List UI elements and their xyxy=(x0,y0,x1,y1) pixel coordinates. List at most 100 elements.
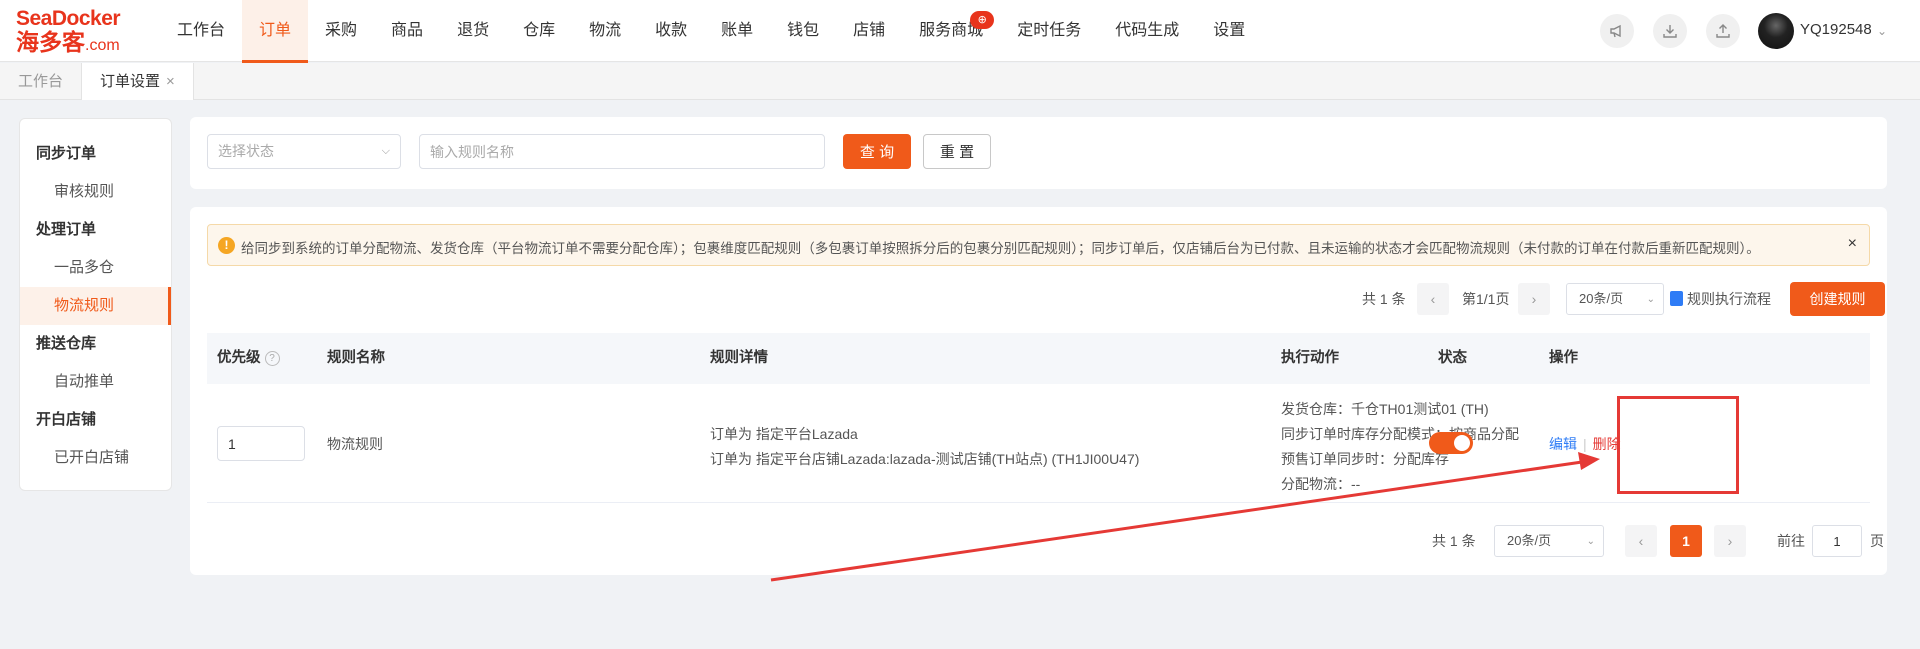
rule-flow-link[interactable]: 规则执行流程 xyxy=(1670,283,1771,315)
close-icon[interactable]: × xyxy=(1848,235,1857,253)
tab-order-settings[interactable]: 订单设置 × xyxy=(82,63,194,100)
search-panel: 选择状态 ⌵ 查 询 重 置 xyxy=(190,117,1887,189)
tab-workbench[interactable]: 工作台 xyxy=(0,63,83,100)
col-priority: 优先级? xyxy=(217,333,280,384)
nav-item-purchase[interactable]: 采购 xyxy=(308,0,374,62)
sidebar-group-whitelist-shops: 开白店铺 xyxy=(36,411,97,428)
logo-text: SeaDocker xyxy=(16,7,121,30)
nav-item-returns[interactable]: 退货 xyxy=(440,0,506,62)
close-icon[interactable]: × xyxy=(166,73,175,90)
tab-workbench-label: 工作台 xyxy=(18,73,64,90)
nav-item-orders[interactable]: 订单 xyxy=(242,0,309,63)
status-select[interactable]: 选择状态 ⌵ xyxy=(207,134,401,169)
nav-item-logistics[interactable]: 物流 xyxy=(572,0,638,62)
create-rule-button[interactable]: 创建规则 xyxy=(1790,282,1885,316)
username[interactable]: YQ192548 xyxy=(1800,21,1872,38)
status-toggle[interactable] xyxy=(1429,432,1473,454)
main-nav: 工作台 订单 采购 商品 退货 仓库 物流 收款 账单 钱包 店铺 服务商城 ⊕… xyxy=(160,0,1262,63)
col-action: 执行动作 xyxy=(1281,350,1339,366)
nav-item-settings[interactable]: 设置 xyxy=(1196,0,1262,62)
col-status: 状态 xyxy=(1438,350,1467,366)
sidebar-item-review-rules[interactable]: 审核规则 xyxy=(20,173,171,211)
seadocker-logo[interactable]: SeaDocker 海多客.com xyxy=(16,8,136,56)
pager-bottom-size-select[interactable]: 20条/页 ⌄ xyxy=(1494,525,1604,557)
pager-top-size-select[interactable]: 20条/页 ⌄ xyxy=(1566,283,1664,315)
pager-bottom-size-value: 20条/页 xyxy=(1507,533,1552,548)
avatar[interactable] xyxy=(1758,13,1794,49)
pager-top-size-value: 20条/页 xyxy=(1579,291,1624,306)
tab-order-settings-label: 订单设置 xyxy=(100,73,161,90)
sidebar-menu: 同步订单 审核规则 处理订单 一品多仓 物流规则 推送仓库 自动推单 开白店铺 … xyxy=(19,118,172,491)
upload-button[interactable] xyxy=(1706,14,1740,48)
upload-icon xyxy=(1716,24,1730,38)
query-button[interactable]: 查 询 xyxy=(843,134,911,169)
col-rule-name: 规则名称 xyxy=(327,350,385,366)
operations-cell: 编辑 | 删除 xyxy=(1549,434,1621,454)
rule-name-input[interactable] xyxy=(419,134,825,169)
sidebar-item-auto-push[interactable]: 自动推单 xyxy=(20,363,171,401)
pager-bottom-next-button[interactable]: › xyxy=(1714,525,1746,557)
pager-bottom-total: 共 1 条 xyxy=(1432,533,1476,549)
nav-item-workbench[interactable]: 工作台 xyxy=(160,0,242,62)
col-priority-label: 优先级 xyxy=(217,350,261,366)
action-line-4: 分配物流：-- xyxy=(1281,476,1361,492)
nav-item-warehouse[interactable]: 仓库 xyxy=(506,0,572,62)
nav-item-wallet[interactable]: 钱包 xyxy=(770,0,836,62)
document-icon xyxy=(1670,291,1683,306)
chevron-left-icon: ‹ xyxy=(1430,291,1436,307)
top-navbar: SeaDocker 海多客.com 工作台 订单 采购 商品 退货 仓库 物流 … xyxy=(0,0,1920,63)
reset-button[interactable]: 重 置 xyxy=(923,134,991,169)
goto-page-input[interactable] xyxy=(1812,525,1862,557)
chevron-down-icon: ⌄ xyxy=(1646,294,1655,305)
nav-item-shops[interactable]: 店铺 xyxy=(836,0,902,62)
sidebar-item-logistics-rules[interactable]: 物流规则 xyxy=(20,287,171,325)
rule-detail-line-1: 订单为 指定平台Lazada xyxy=(710,426,858,442)
nav-item-payments[interactable]: 收款 xyxy=(638,0,704,62)
rules-panel: ! 给同步到系统的订单分配物流、发货仓库（平台物流订单不需要分配仓库）；包裹维度… xyxy=(190,207,1887,575)
pager-bottom-prev-button[interactable]: ‹ xyxy=(1625,525,1657,557)
chevron-left-icon: ‹ xyxy=(1638,533,1644,549)
chevron-right-icon: › xyxy=(1727,533,1733,549)
alert-text: 给同步到系统的订单分配物流、发货仓库（平台物流订单不需要分配仓库）；包裹维度匹配… xyxy=(241,241,1760,256)
rule-detail-line-2: 订单为 指定平台店铺Lazada:lazada-测试店铺(TH站点) (TH1J… xyxy=(710,451,1140,467)
pager-bottom-page-1[interactable]: 1 xyxy=(1670,525,1702,557)
pager-top-next-button[interactable]: › xyxy=(1518,283,1550,315)
edit-link[interactable]: 编辑 xyxy=(1549,436,1577,452)
table-header: 优先级? 规则名称 规则详情 执行动作 状态 操作 xyxy=(207,333,1870,384)
rule-flow-link-label: 规则执行流程 xyxy=(1687,291,1771,307)
col-operations: 操作 xyxy=(1549,350,1578,366)
pager-top-prev-button[interactable]: ‹ xyxy=(1417,283,1449,315)
logo-suffix: .com xyxy=(85,37,120,54)
sidebar-item-multi-warehouse[interactable]: 一品多仓 xyxy=(20,249,171,287)
announcement-button[interactable] xyxy=(1600,14,1634,48)
chevron-down-icon: ⌵ xyxy=(381,145,390,157)
download-button[interactable] xyxy=(1653,14,1687,48)
sidebar-group-process-orders: 处理订单 xyxy=(36,221,97,238)
pager-top-page: 第1/1页 xyxy=(1462,291,1510,307)
divider: | xyxy=(1583,436,1587,452)
chevron-down-icon: ⌄ xyxy=(1586,536,1595,547)
sidebar-group-sync-orders: 同步订单 xyxy=(36,145,97,162)
sidebar-item-whitelisted-shops[interactable]: 已开白店铺 xyxy=(20,439,171,477)
nav-item-products[interactable]: 商品 xyxy=(374,0,440,62)
page-unit-label: 页 xyxy=(1870,533,1884,549)
sidebar-group-push-warehouse: 推送仓库 xyxy=(36,335,97,352)
priority-input[interactable] xyxy=(217,426,305,461)
nav-item-bills[interactable]: 账单 xyxy=(704,0,770,62)
chevron-down-icon[interactable]: ⌄ xyxy=(1877,24,1887,38)
info-alert: ! 给同步到系统的订单分配物流、发货仓库（平台物流订单不需要分配仓库）；包裹维度… xyxy=(207,224,1870,266)
download-icon xyxy=(1663,25,1677,38)
question-icon[interactable]: ? xyxy=(264,350,280,366)
highlight-box xyxy=(1617,396,1739,494)
action-line-2: 同步订单时库存分配模式：按商品分配 xyxy=(1281,426,1519,442)
nav-item-service-mall[interactable]: 服务商城 ⊕ xyxy=(902,0,1000,62)
service-mall-badge: ⊕ xyxy=(970,11,995,29)
info-icon: ! xyxy=(218,237,235,254)
action-line-1: 发货仓库：千仓TH01测试01 (TH) xyxy=(1281,401,1489,417)
rule-name-cell: 物流规则 xyxy=(327,436,383,452)
goto-label: 前往 xyxy=(1777,533,1805,549)
nav-item-scheduled-tasks[interactable]: 定时任务 xyxy=(1000,0,1098,62)
pager-top-total: 共 1 条 xyxy=(1362,291,1406,307)
nav-item-code-gen[interactable]: 代码生成 xyxy=(1098,0,1196,62)
col-rule-detail: 规则详情 xyxy=(710,350,768,366)
